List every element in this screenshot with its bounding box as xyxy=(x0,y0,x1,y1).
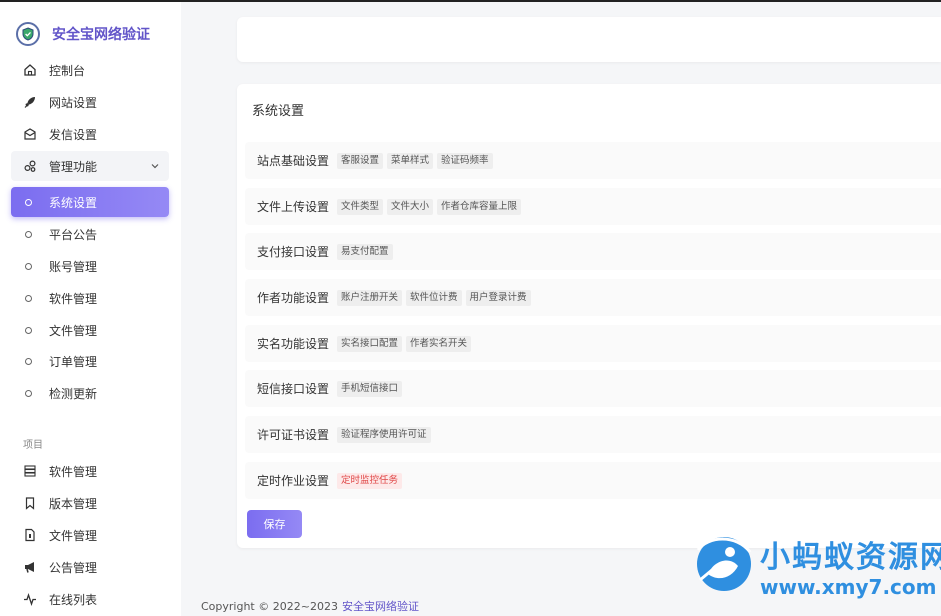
circle-bullet-icon xyxy=(25,326,32,334)
sidebar-item-project-files[interactable]: 文件管理 xyxy=(11,520,169,550)
settings-tag: 软件位计费 xyxy=(406,289,462,306)
sidebar-item-mail-settings[interactable]: 发信设置 xyxy=(11,119,169,149)
circle-bullet-icon xyxy=(25,262,32,270)
megaphone-icon xyxy=(22,559,38,575)
sidebar-item-label: 控制台 xyxy=(49,63,86,78)
sidebar-subitem-orders[interactable]: 订单管理 xyxy=(11,346,169,376)
sidebar-subitem-label: 订单管理 xyxy=(49,354,98,369)
settings-tag: 菜单样式 xyxy=(387,152,434,169)
settings-row-site-basic[interactable]: 站点基础设置 客服设置 菜单样式 验证码频率 xyxy=(245,142,941,179)
settings-tag: 账户注册开关 xyxy=(337,289,403,306)
settings-row-sms[interactable]: 短信接口设置 手机短信接口 xyxy=(245,370,941,407)
sidebar-item-project-versions[interactable]: 版本管理 xyxy=(11,488,169,518)
sidebar-subitem-label: 软件管理 xyxy=(49,291,98,306)
sidebar-item-project-online[interactable]: 在线列表 xyxy=(11,584,169,614)
watermark-url: www.xmy7.com xyxy=(760,575,937,599)
sidebar-item-label: 发信设置 xyxy=(49,127,98,142)
sidebar-item-dashboard[interactable]: 控制台 xyxy=(11,55,169,85)
sidebar-subitem-label: 账号管理 xyxy=(49,259,98,274)
file-icon xyxy=(22,527,38,543)
settings-tag: 实名接口配置 xyxy=(337,335,403,352)
sidebar-item-label: 文件管理 xyxy=(49,528,98,543)
settings-tag: 文件大小 xyxy=(387,198,434,215)
save-button[interactable]: 保存 xyxy=(247,510,302,538)
ant-logo-icon xyxy=(688,530,756,598)
settings-tag: 作者实名开关 xyxy=(406,335,472,352)
settings-row-label: 作者功能设置 xyxy=(257,291,330,305)
settings-row-label: 定时作业设置 xyxy=(257,474,330,488)
sidebar-subitem-label: 系统设置 xyxy=(49,195,98,210)
sidebar-item-label: 公告管理 xyxy=(49,560,98,575)
sidebar-item-label: 在线列表 xyxy=(49,592,98,607)
sidebar-subitem-label: 平台公告 xyxy=(49,227,98,242)
sidebar-item-label: 软件管理 xyxy=(49,464,98,479)
settings-tag-danger: 定时监控任务 xyxy=(337,472,403,489)
settings-row-cron[interactable]: 定时作业设置 定时监控任务 xyxy=(245,462,941,499)
settings-tag: 易支付配置 xyxy=(337,243,393,260)
sidebar-item-site-settings[interactable]: 网站设置 xyxy=(11,87,169,117)
settings-card: 系统设置 站点基础设置 客服设置 菜单样式 验证码频率 文件上传设置 文件类型 … xyxy=(237,84,941,548)
sidebar-subitem-check-update[interactable]: 检测更新 xyxy=(11,378,169,408)
settings-tag: 客服设置 xyxy=(337,152,384,169)
activity-icon xyxy=(22,591,38,607)
shield-logo-icon xyxy=(16,22,40,46)
home-icon xyxy=(22,62,38,78)
sidebar-subitem-software[interactable]: 软件管理 xyxy=(11,283,169,313)
sidebar: 安全宝网络验证 控制台 网站设置 发信设置 管理功能 系统设置 平台公告 账号管… xyxy=(0,2,181,616)
sidebar-subitem-announcements[interactable]: 平台公告 xyxy=(11,219,169,249)
settings-row-payment[interactable]: 支付接口设置 易支付配置 xyxy=(245,233,941,270)
circle-bullet-icon xyxy=(25,198,32,206)
brand-title: 安全宝网络验证 xyxy=(52,27,150,43)
settings-row-author[interactable]: 作者功能设置 账户注册开关 软件位计费 用户登录计费 xyxy=(245,279,941,316)
settings-tag: 文件类型 xyxy=(337,198,384,215)
settings-row-file-upload[interactable]: 文件上传设置 文件类型 文件大小 作者仓库容量上限 xyxy=(245,188,941,225)
settings-tag: 验证码频率 xyxy=(437,152,493,169)
sidebar-subitem-system-settings[interactable]: 系统设置 xyxy=(11,187,169,217)
footer: Copyright © 2022~2023 安全宝网络验证 xyxy=(201,598,419,614)
footer-copyright: Copyright © 2022~2023 xyxy=(201,600,338,613)
brand[interactable]: 安全宝网络验证 xyxy=(16,21,150,47)
settings-row-realname[interactable]: 实名功能设置 实名接口配置 作者实名开关 xyxy=(245,325,941,362)
sidebar-item-project-software[interactable]: 软件管理 xyxy=(11,456,169,486)
circle-bullet-icon xyxy=(25,294,32,302)
settings-row-license[interactable]: 许可证书设置 验证程序使用许可证 xyxy=(245,416,941,453)
sidebar-subitem-accounts[interactable]: 账号管理 xyxy=(11,251,169,281)
settings-tag: 作者仓库容量上限 xyxy=(437,198,522,215)
watermark-text: 小蚂蚁资源网 xyxy=(760,540,941,575)
circle-bullet-icon xyxy=(25,389,32,397)
watermark: 小蚂蚁资源网 www.xmy7.com xyxy=(684,528,941,616)
settings-row-label: 许可证书设置 xyxy=(257,428,330,442)
server-icon xyxy=(22,463,38,479)
sidebar-item-label: 版本管理 xyxy=(49,496,98,511)
sidebar-group-label: 管理功能 xyxy=(49,159,98,174)
mail-icon xyxy=(22,126,38,142)
settings-tag: 手机短信接口 xyxy=(337,380,403,397)
footer-brand-link[interactable]: 安全宝网络验证 xyxy=(342,600,419,613)
rocket-icon xyxy=(22,94,38,110)
top-card xyxy=(237,17,941,62)
settings-tag: 验证程序使用许可证 xyxy=(337,426,431,443)
bookmark-icon xyxy=(22,495,38,511)
circle-bullet-icon xyxy=(25,357,32,365)
sidebar-group-manage[interactable]: 管理功能 xyxy=(11,151,169,181)
settings-row-label: 文件上传设置 xyxy=(257,200,330,214)
section-label-projects: 项目 xyxy=(23,440,43,451)
settings-row-label: 短信接口设置 xyxy=(257,382,330,396)
settings-row-label: 实名功能设置 xyxy=(257,337,330,351)
manage-icon xyxy=(22,158,38,174)
settings-tag: 用户登录计费 xyxy=(465,289,531,306)
sidebar-subitem-label: 文件管理 xyxy=(49,323,98,338)
sidebar-item-project-announcements[interactable]: 公告管理 xyxy=(11,552,169,582)
page-title: 系统设置 xyxy=(252,104,305,119)
sidebar-subitem-files[interactable]: 文件管理 xyxy=(11,315,169,345)
settings-row-label: 站点基础设置 xyxy=(257,154,330,168)
chevron-down-icon xyxy=(149,160,161,172)
circle-bullet-icon xyxy=(25,230,32,238)
sidebar-subitem-label: 检测更新 xyxy=(49,386,98,401)
sidebar-item-label: 网站设置 xyxy=(49,95,98,110)
settings-row-label: 支付接口设置 xyxy=(257,245,330,259)
